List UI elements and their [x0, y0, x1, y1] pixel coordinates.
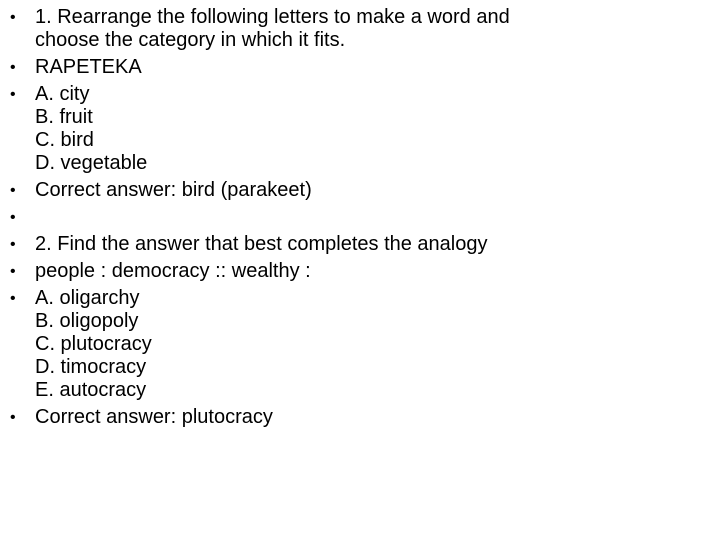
option-a: A. city	[35, 83, 90, 105]
question-2-answer: • Correct answer: plutocracy	[10, 406, 700, 429]
option-c: C. plutocracy	[35, 333, 152, 355]
bullet-icon: •	[10, 209, 16, 226]
bullet-icon: •	[10, 182, 16, 199]
bullet-icon: •	[10, 409, 16, 426]
option-b: B. oligopoly	[35, 310, 139, 332]
question-1-scrambled-word: • RAPETEKA	[10, 56, 700, 79]
option-e: E. autocracy	[35, 379, 147, 401]
question-2-options: • A. oligarchy B. oligopoly C. plutocrac…	[10, 287, 700, 402]
question-1-prompt: • 1. Rearrange the following letters to …	[10, 6, 700, 52]
bullet-icon: •	[10, 9, 16, 26]
bullet-icon: •	[10, 59, 16, 76]
option-a: A. oligarchy	[35, 287, 140, 309]
text-line: RAPETEKA	[35, 56, 142, 78]
bullet-icon: •	[10, 263, 16, 280]
text-line: Correct answer: bird (parakeet)	[35, 179, 312, 201]
text-line: 1. Rearrange the following letters to ma…	[35, 6, 510, 28]
bullet-list: • 1. Rearrange the following letters to …	[10, 6, 700, 433]
text-line: choose the category in which it fits.	[35, 29, 346, 51]
bullet-icon: •	[10, 236, 16, 253]
text-line: Correct answer: plutocracy	[35, 406, 273, 428]
text-line: people : democracy :: wealthy :	[35, 260, 311, 282]
question-1-options: • A. city B. fruit C. bird D. vegetable	[10, 83, 700, 175]
empty-bullet: •	[10, 206, 700, 229]
text-line: 2. Find the answer that best completes t…	[35, 233, 488, 255]
option-d: D. timocracy	[35, 356, 147, 378]
question-1-answer: • Correct answer: bird (parakeet)	[10, 179, 700, 202]
option-c: C. bird	[35, 129, 94, 151]
option-d: D. vegetable	[35, 152, 148, 174]
question-2-analogy: • people : democracy :: wealthy :	[10, 260, 700, 283]
question-2-prompt: • 2. Find the answer that best completes…	[10, 233, 700, 256]
bullet-icon: •	[10, 86, 16, 103]
slide: • 1. Rearrange the following letters to …	[0, 0, 720, 540]
bullet-icon: •	[10, 290, 16, 307]
option-b: B. fruit	[35, 106, 93, 128]
